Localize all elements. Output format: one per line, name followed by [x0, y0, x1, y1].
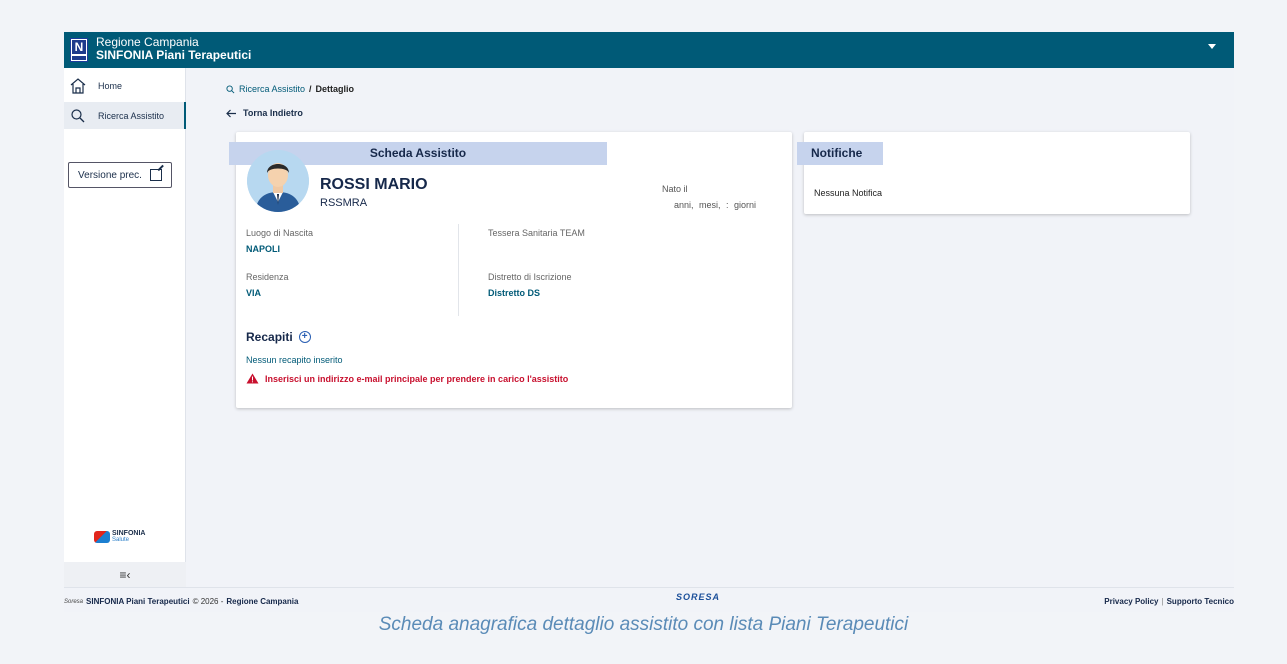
warning-icon [246, 373, 259, 384]
back-link-label: Torna Indietro [243, 108, 303, 118]
notifiche-card: Notifiche Nessuna Notifica [797, 132, 1190, 214]
regione-logo-icon: N [70, 38, 88, 62]
sidebar-item-ricerca-assistito[interactable]: Ricerca Assistito [64, 102, 186, 129]
arrow-left-icon [226, 109, 236, 117]
warning-text: Inserisci un indirizzo e-mail principale… [265, 373, 569, 384]
brand-logo-text: SINFONIA [112, 530, 146, 537]
external-link-icon [149, 169, 162, 181]
versione-precedente-button[interactable]: Versione prec. [68, 162, 172, 188]
tessera-label: Tessera Sanitaria TEAM [488, 228, 585, 238]
footer-soresa-mini-logo: Soresa [64, 598, 84, 605]
notifiche-title: Notifiche [797, 142, 883, 165]
soresa-logo: SORESA [676, 592, 721, 602]
nato-il-label: Nato il [662, 184, 688, 194]
footer-org-name: Regione Campania [226, 597, 299, 606]
avatar [247, 150, 309, 212]
breadcrumb-link-ricerca[interactable]: Ricerca Assistito [239, 84, 305, 94]
distretto-value: Distretto DS [488, 288, 541, 298]
breadcrumb-current: Dettaglio [315, 84, 355, 94]
home-icon [68, 76, 88, 96]
luogo-nascita-label: Luogo di Nascita [246, 228, 314, 238]
recapiti-title-text: Recapiti [246, 330, 293, 344]
sidebar-item-label: Home [98, 80, 123, 91]
sinfonia-logo: SINFONIA Salute [94, 530, 145, 544]
divider [458, 224, 459, 316]
luogo-nascita-value: NAPOLI [246, 244, 281, 254]
footer-link-separator: | [1161, 597, 1164, 606]
app-header: N Regione Campania SINFONIA Piani Terape… [64, 32, 1234, 68]
sinfonia-mark-icon [94, 531, 110, 543]
header-titles: Regione Campania SINFONIA Piani Terapeut… [96, 36, 251, 62]
breadcrumb: Ricerca Assistito / Dettaglio [226, 84, 354, 94]
version-button-label: Versione prec. [78, 169, 142, 181]
sidebar-item-label: Ricerca Assistito [98, 110, 165, 121]
collapse-icon: ≡‹ [119, 568, 131, 582]
distretto-label: Distretto di Iscrizione [488, 272, 572, 282]
sidebar-collapse-button[interactable]: ≡‹ [64, 562, 186, 588]
search-icon [226, 84, 235, 93]
supporto-tecnico-link[interactable]: Supporto Tecnico [1167, 597, 1234, 606]
breadcrumb-separator: / [309, 84, 312, 94]
notifiche-empty-text: Nessuna Notifica [814, 188, 883, 198]
footer-copyright: © 2026 - [192, 597, 224, 606]
footer-app-name: SINFONIA Piani Terapeutici [86, 597, 190, 606]
footer-divider [64, 587, 1234, 588]
chevron-down-icon[interactable] [1208, 44, 1216, 49]
sidebar: Home Ricerca Assistito Versione prec. SI… [64, 68, 186, 588]
residenza-label: Residenza [246, 272, 289, 282]
footer-links: Privacy Policy | Supporto Tecnico [1104, 597, 1234, 606]
residenza-value: VIA [246, 288, 262, 298]
recapiti-section-title: Recapiti + [246, 330, 311, 344]
eta-value: anni, mesi, : giorni [674, 200, 757, 210]
back-button[interactable]: Torna Indietro [226, 108, 303, 118]
brand-sub-text: Salute [112, 537, 130, 543]
footer-left: Soresa SINFONIA Piani Terapeutici © 2026… [64, 597, 298, 606]
codice-fiscale: RSSMRA [320, 197, 368, 209]
privacy-policy-link[interactable]: Privacy Policy [1104, 597, 1158, 606]
search-icon [68, 106, 88, 126]
figure-caption: Scheda anagrafica dettaglio assistito co… [378, 614, 909, 635]
app-name: SINFONIA Piani Terapeutici [96, 48, 252, 62]
no-recapiti-text: Nessun recapito inserito [246, 355, 343, 365]
scheda-assistito-card: Scheda Assistito ROSSI MARIO RSSMRA Nato… [229, 132, 792, 408]
patient-name: ROSSI MARIO [320, 176, 428, 193]
add-recapito-icon[interactable]: + [298, 331, 311, 343]
sidebar-item-home[interactable]: Home [64, 72, 186, 99]
email-warning: Inserisci un indirizzo e-mail principale… [246, 373, 568, 384]
logo-letter: N [72, 40, 86, 54]
app-frame: N Regione Campania SINFONIA Piani Terape… [64, 32, 1234, 612]
